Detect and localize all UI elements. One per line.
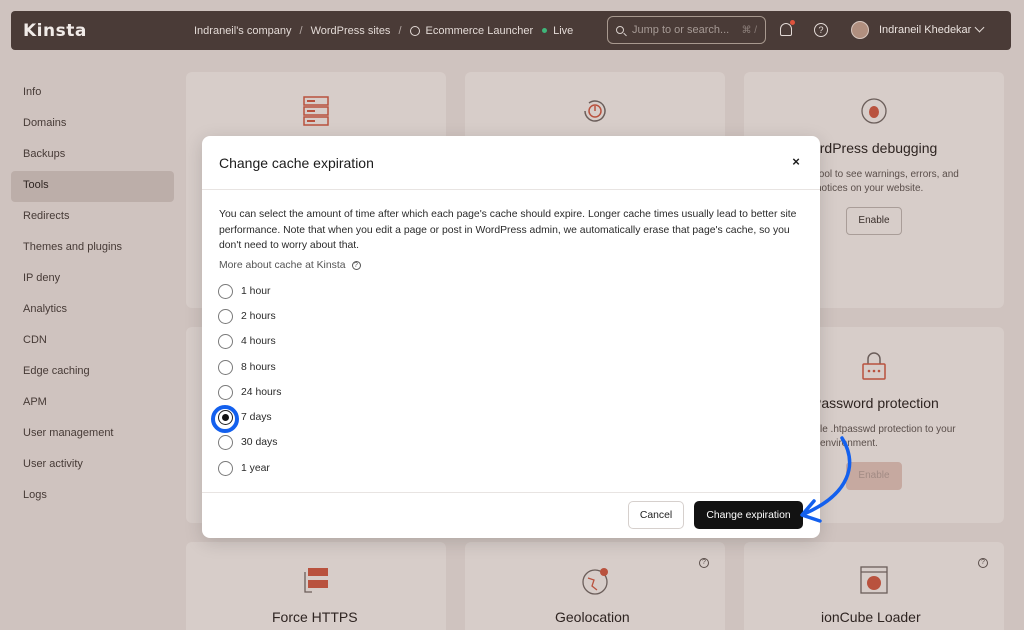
top-bar: Kinsta Indraneil's company / WordPress s… [11,11,1011,50]
radio-button-selected[interactable] [218,409,233,425]
radio-option-1-year[interactable]: 1 year [218,459,270,477]
more-about-cache-label: More about cache at Kinsta [219,260,346,271]
radio-button[interactable] [218,384,233,400]
sidebar: Info Domains Backups Tools Redirects The… [11,78,174,512]
help-icon[interactable]: ? [814,23,828,37]
close-icon[interactable]: × [789,155,803,169]
change-expiration-button[interactable]: Change expiration [694,501,803,529]
card-title-password: Password protection [812,395,939,411]
modal-header-divider [202,189,820,190]
wordpress-icon [409,25,420,36]
radio-option-7-days[interactable]: 7 days [218,408,272,426]
radio-button[interactable] [218,460,233,476]
notification-bell-icon[interactable] [780,20,795,36]
radio-label: 8 hours [241,361,276,373]
tool-card-geolocation: ? Geolocation [465,542,725,630]
modal-footer-divider [202,492,820,493]
search-input[interactable]: Jump to or search... ⌘ / [607,16,766,44]
breadcrumb-separator: / [299,24,303,37]
bug-icon [861,98,887,124]
avatar[interactable] [851,21,869,39]
sidebar-item-backups[interactable]: Backups [11,140,174,171]
user-name[interactable]: Indraneil Khedekar [879,11,971,50]
radio-option-30-days[interactable]: 30 days [218,433,277,451]
breadcrumb-site[interactable]: Ecommerce Launcher [426,25,534,37]
search-placeholder: Jump to or search... [632,24,730,36]
live-status-dot-icon [542,28,548,33]
sidebar-item-user-management[interactable]: User management [11,419,174,450]
tool-card-ioncube: ? ionCube Loader [744,542,1004,630]
sidebar-item-redirects[interactable]: Redirects [11,202,174,233]
radio-label: 7 days [241,411,272,423]
radio-label: 30 days [241,436,278,448]
breadcrumb-company[interactable]: Indraneil's company [194,25,292,37]
sidebar-item-edge-caching[interactable]: Edge caching [11,357,174,388]
sidebar-item-user-activity[interactable]: User activity [11,450,174,481]
radio-label: 2 hours [241,310,276,322]
sidebar-item-info[interactable]: Info [11,78,174,109]
chevron-down-icon[interactable] [974,22,985,33]
sidebar-item-ip-deny[interactable]: IP deny [11,264,174,295]
sidebar-item-apm[interactable]: APM [11,388,174,419]
more-about-cache-link[interactable]: More about cache at Kinsta ? [219,260,361,271]
modal-title: Change cache expiration [219,155,374,171]
card-title-geolocation: Geolocation [555,609,630,625]
radio-label: 1 hour [241,285,271,297]
sidebar-item-cdn[interactable]: CDN [11,326,174,357]
radio-label: 24 hours [241,386,282,398]
radio-option-2-hours[interactable]: 2 hours [218,307,276,325]
breadcrumb-wordpress-sites[interactable]: WordPress sites [311,25,391,37]
kinsta-logo[interactable]: Kinsta [23,21,87,41]
restart-icon [584,100,606,122]
ioncube-help-icon[interactable]: ? [978,558,988,568]
radio-option-1-hour[interactable]: 1 hour [218,282,270,300]
server-icon [303,96,329,126]
radio-button[interactable] [218,359,233,375]
sidebar-item-domains[interactable]: Domains [11,109,174,140]
question-mark-icon: ? [351,261,361,270]
search-icon [616,26,624,34]
lock-icon [862,352,886,380]
breadcrumb: Indraneil's company / WordPress sites / … [194,11,573,50]
tool-card-https: Force HTTPS [186,542,446,630]
geolocation-help-icon[interactable]: ? [699,558,709,568]
radio-label: 4 hours [241,335,276,347]
card-title-ioncube: ionCube Loader [821,609,921,625]
breadcrumb-separator: / [398,24,402,37]
radio-button[interactable] [218,333,233,349]
search-shortcut: ⌘ / [741,24,757,36]
annotation-arrow-icon [800,436,852,523]
radio-button[interactable] [218,283,233,299]
cache-expiration-modal: Change cache expiration × You can select… [202,136,820,538]
card-title-https: Force HTTPS [272,609,358,625]
radio-option-8-hours[interactable]: 8 hours [218,358,276,376]
card-text-debugging: tool to see warnings, errors, and notice… [816,169,959,194]
https-icon [304,568,328,593]
sidebar-item-themes-plugins[interactable]: Themes and plugins [11,233,174,264]
sidebar-item-logs[interactable]: Logs [11,481,174,512]
radio-button[interactable] [218,308,233,324]
globe-icon [582,568,608,595]
radio-option-4-hours[interactable]: 4 hours [218,332,276,350]
radio-option-24-hours[interactable]: 24 hours [218,383,281,401]
cancel-button[interactable]: Cancel [628,501,684,529]
sidebar-item-tools[interactable]: Tools [11,171,174,202]
enable-debugging-button[interactable]: Enable [846,207,902,235]
radio-label: 1 year [241,462,270,474]
site-status: Live [553,24,574,37]
ioncube-icon [860,566,888,594]
radio-button[interactable] [218,434,233,450]
sidebar-item-analytics[interactable]: Analytics [11,295,174,326]
modal-description: You can select the amount of time after … [219,209,797,251]
